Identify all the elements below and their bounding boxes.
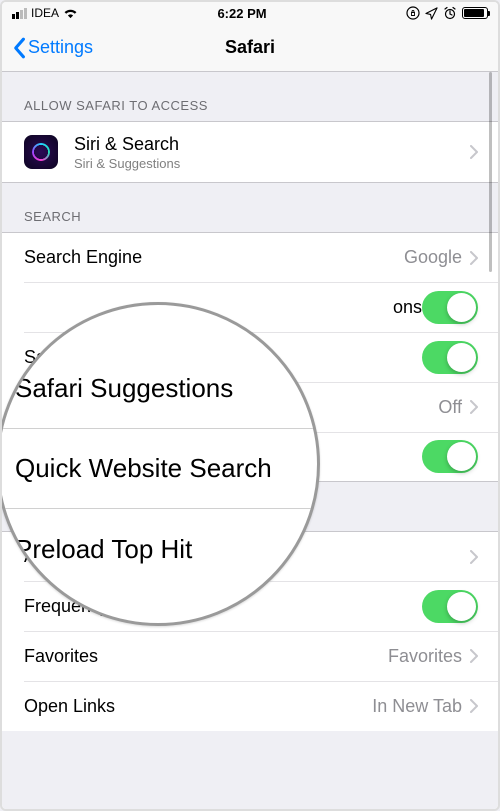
status-time: 6:22 PM bbox=[217, 6, 266, 21]
magnifier-row-2: Quick Website Search bbox=[0, 429, 317, 509]
favorites-label: Favorites bbox=[24, 646, 98, 667]
orientation-lock-icon bbox=[406, 6, 420, 20]
row-search-engine[interactable]: Search Engine Google bbox=[2, 232, 498, 282]
page-title: Safari bbox=[2, 37, 498, 58]
siri-title: Siri & Search bbox=[74, 134, 180, 155]
open-links-label: Open Links bbox=[24, 696, 115, 717]
row-siri-search[interactable]: Siri & Search Siri & Suggestions bbox=[2, 121, 498, 183]
quick-website-search-value: Off bbox=[438, 397, 462, 418]
magnifier-overlay: Safari Suggestions Quick Website Search … bbox=[0, 302, 320, 626]
favorites-value: Favorites bbox=[388, 646, 462, 667]
toggle-safari-suggestions[interactable] bbox=[422, 341, 478, 374]
toggle-search-engine-suggestions[interactable] bbox=[422, 291, 478, 324]
nav-bar: Settings Safari bbox=[2, 24, 498, 72]
toggle-preload-top-hit[interactable] bbox=[422, 440, 478, 473]
search-engine-label: Search Engine bbox=[24, 247, 142, 268]
carrier-label: IDEA bbox=[31, 6, 59, 20]
siri-subtitle: Siri & Suggestions bbox=[74, 156, 180, 171]
battery-icon bbox=[462, 7, 488, 19]
status-left: IDEA bbox=[12, 6, 78, 20]
chevron-right-icon bbox=[470, 699, 478, 713]
magnifier-row-1: Safari Suggestions bbox=[0, 349, 317, 429]
open-links-value: In New Tab bbox=[372, 696, 462, 717]
status-bar: IDEA 6:22 PM bbox=[2, 2, 498, 24]
signal-strength-icon bbox=[12, 8, 27, 19]
toggle-frequently-visited[interactable] bbox=[422, 590, 478, 623]
siri-icon bbox=[24, 135, 58, 169]
status-right bbox=[406, 6, 488, 20]
chevron-right-icon bbox=[470, 550, 478, 564]
alarm-icon bbox=[443, 6, 457, 20]
wifi-icon bbox=[63, 8, 78, 19]
row-favorites[interactable]: Favorites Favorites bbox=[2, 631, 498, 681]
section-header-search: SEARCH bbox=[2, 183, 498, 232]
section-header-allow-access: ALLOW SAFARI TO ACCESS bbox=[2, 72, 498, 121]
magnifier-row-3: Preload Top Hit bbox=[0, 509, 317, 589]
row-open-links[interactable]: Open Links In New Tab bbox=[2, 681, 498, 731]
chevron-right-icon bbox=[470, 649, 478, 663]
scroll-indicator bbox=[489, 72, 492, 272]
chevron-right-icon bbox=[470, 145, 478, 159]
chevron-right-icon bbox=[470, 400, 478, 414]
search-engine-value: Google bbox=[404, 247, 462, 268]
chevron-right-icon bbox=[470, 251, 478, 265]
location-icon bbox=[425, 7, 438, 20]
